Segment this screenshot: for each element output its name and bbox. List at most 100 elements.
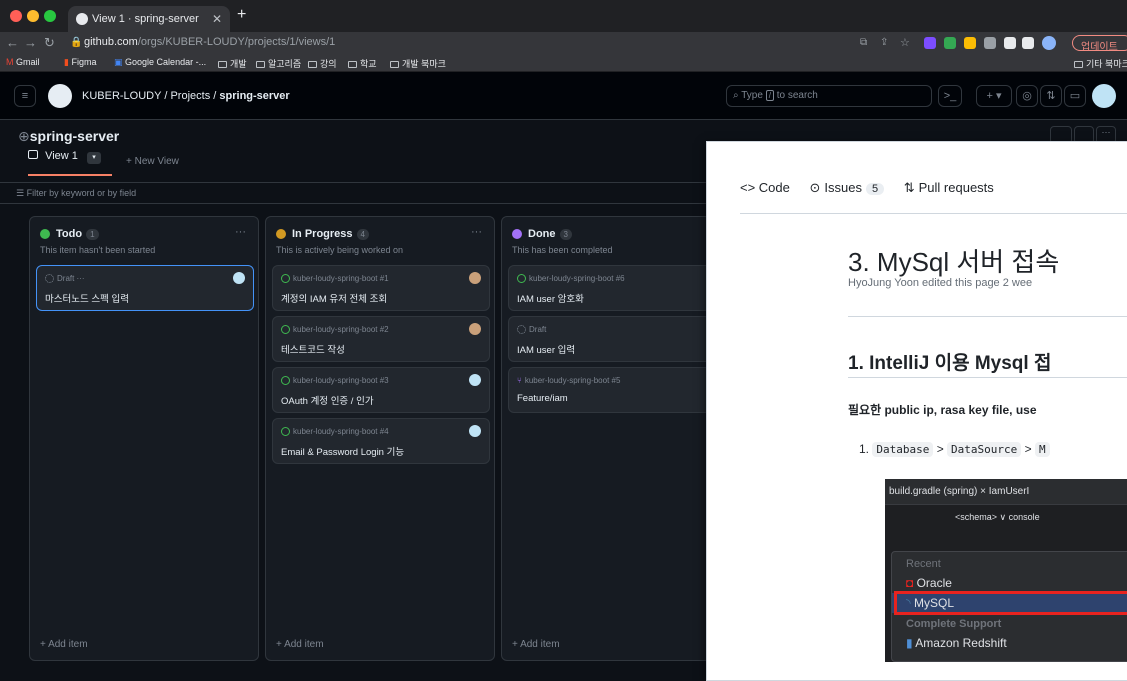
board-card[interactable]: kuber-loudy-spring-boot #4 Email & Passw… — [272, 418, 490, 464]
open-issue-icon — [281, 427, 290, 436]
folder-icon — [218, 61, 227, 68]
tab-issues[interactable]: ⊙ Issues 5 — [810, 180, 885, 195]
add-item-button[interactable]: + Add item — [512, 639, 560, 650]
extension-icon[interactable] — [944, 37, 956, 49]
bookmarks-bar: M Gmail ▮ Figma ▣ Google Calendar -... 개… — [0, 54, 1127, 72]
user-avatar[interactable] — [1092, 84, 1116, 108]
assignee-avatar — [469, 323, 481, 335]
board-card[interactable]: Draft IAM user 입력 — [508, 316, 726, 362]
tab-pull-requests[interactable]: ⇅ Pull requests — [904, 180, 994, 195]
folder-icon — [348, 61, 357, 68]
command-palette-icon[interactable]: >_ — [938, 85, 962, 107]
github-logo-icon[interactable] — [48, 84, 72, 108]
card-title[interactable]: 테스트코드 작성 — [281, 342, 345, 356]
tab-view-1[interactable]: View 1 ▾ — [28, 150, 101, 174]
search-input[interactable]: ⌕ Type / to search — [726, 85, 932, 107]
open-issue-icon — [281, 325, 290, 334]
menu-item-redshift: ▮ Amazon Redshift — [906, 636, 1007, 650]
column-title: In Progress 4 — [292, 228, 369, 240]
column-description: This item hasn't been started — [40, 245, 156, 255]
menu-item-oracle: ◘ Oracle — [906, 576, 952, 590]
back-icon[interactable]: ← — [6, 35, 19, 50]
breadcrumb-project[interactable]: spring-server — [219, 90, 289, 102]
board-card[interactable]: Draft ··· 마스터노드 스펙 입력 — [36, 265, 254, 311]
card-title[interactable]: Email & Password Login 기능 — [281, 444, 404, 458]
forward-icon[interactable]: → — [24, 35, 37, 50]
card-title[interactable]: IAM user 입력 — [517, 342, 575, 356]
extension-icon[interactable] — [984, 37, 996, 49]
menu-section-recent: Recent — [906, 558, 941, 570]
folder-icon — [256, 61, 265, 68]
board-card[interactable]: kuber-loudy-spring-boot #2 테스트코드 작성 — [272, 316, 490, 362]
minimize-window-icon[interactable] — [27, 10, 39, 22]
add-item-button[interactable]: + Add item — [276, 639, 324, 650]
oracle-icon: ◘ — [906, 576, 914, 590]
column-menu-icon[interactable]: ··· — [235, 226, 246, 238]
close-tab-icon[interactable]: ✕ — [212, 12, 222, 26]
column-menu-icon[interactable]: ··· — [471, 226, 482, 238]
draft-icon — [45, 274, 54, 283]
new-tab-button[interactable]: + — [237, 6, 246, 24]
bookmark-folder-dev-bookmarks[interactable]: 개발 북마크 — [390, 57, 446, 70]
folder-icon — [308, 61, 317, 68]
status-dot — [40, 229, 50, 239]
board-card[interactable]: kuber-loudy-spring-boot #3 OAuth 계정 인증 /… — [272, 367, 490, 413]
chevron-down-icon[interactable]: ▾ — [86, 152, 101, 164]
card-title[interactable]: IAM user 암호화 — [517, 291, 584, 305]
close-window-icon[interactable] — [10, 10, 22, 22]
board-card[interactable]: kuber-loudy-spring-boot #1 계정의 IAM 유저 전체… — [272, 265, 490, 311]
bookmark-google-calendar[interactable]: ▣ Google Calendar -... — [114, 57, 206, 68]
card-title[interactable]: Feature/iam — [517, 393, 568, 404]
ide-toolbar: <schema> ∨ console — [955, 512, 1040, 522]
ide-datasource-menu: Recent ◘ Oracle ◝ MySQL Complete Support… — [891, 551, 1127, 662]
bookmark-gmail[interactable]: M Gmail — [6, 57, 40, 67]
card-title[interactable]: 계정의 IAM 유저 전체 조회 — [281, 291, 387, 305]
new-view-button[interactable]: + New View — [126, 156, 179, 167]
bookmark-folder-lecture[interactable]: 강의 — [308, 57, 337, 70]
puzzle-icon[interactable] — [1004, 37, 1016, 49]
wiki-paragraph: 필요한 public ip, rasa key file, use — [848, 403, 1037, 417]
reload-icon[interactable]: ↻ — [44, 35, 55, 51]
ide-tab-bar: build.gradle (spring) × IamUserI — [885, 479, 1127, 505]
bookmark-folder-dev[interactable]: 개발 — [218, 57, 247, 70]
menu-icon[interactable]: ≡ — [14, 85, 36, 107]
wiki-list-item: 1. Database > DataSource > M — [859, 442, 1050, 457]
pull-requests-icon[interactable]: ⇅ — [1040, 85, 1062, 107]
breadcrumb-org[interactable]: KUBER-LOUDY — [82, 90, 161, 102]
extension-icon[interactable] — [924, 37, 936, 49]
browser-tab[interactable]: View 1 · spring-server ✕ — [68, 6, 230, 32]
inbox-icon[interactable]: ▭ — [1064, 85, 1086, 107]
bookmark-star-icon[interactable]: ☆ — [900, 36, 910, 49]
card-title[interactable]: OAuth 계정 인증 / 인가 — [281, 393, 374, 407]
bookmark-folder-algorithm[interactable]: 알고리즘 — [256, 57, 301, 70]
bookmark-figma[interactable]: ▮ Figma — [64, 57, 96, 68]
bookmark-folder-school[interactable]: 학교 — [348, 57, 377, 70]
card-title[interactable]: 마스터노드 스펙 입력 — [45, 291, 129, 305]
issues-icon[interactable]: ◎ — [1016, 85, 1038, 107]
update-button[interactable]: 업데이트 — [1072, 35, 1127, 53]
translate-icon[interactable]: ⧉ — [860, 37, 867, 48]
profile-avatar[interactable] — [1042, 36, 1056, 50]
create-new-icon[interactable]: + ▾ — [976, 85, 1012, 107]
url-host: github.com — [84, 36, 138, 48]
tab-underline — [28, 174, 112, 176]
draft-icon — [517, 325, 526, 334]
sidepanel-icon[interactable] — [1022, 37, 1034, 49]
board-card[interactable]: kuber-loudy-spring-boot #6 IAM user 암호화 — [508, 265, 726, 311]
url-field[interactable]: github.com/orgs/KUBER-LOUDY/projects/1/v… — [84, 36, 335, 48]
assignee-avatar — [469, 425, 481, 437]
bookmark-folder-other[interactable]: 기타 북마크 — [1074, 57, 1127, 70]
breadcrumb-projects[interactable]: Projects — [170, 90, 210, 102]
breadcrumb: KUBER-LOUDY / Projects / spring-server — [82, 90, 290, 102]
url-path: /orgs/KUBER-LOUDY/projects/1/views/1 — [137, 36, 336, 48]
tab-code[interactable]: <> Code — [740, 180, 790, 195]
share-icon[interactable]: ⇪ — [880, 37, 888, 48]
extension-icon[interactable] — [964, 37, 976, 49]
zoom-window-icon[interactable] — [44, 10, 56, 22]
board-card[interactable]: ⑂ kuber-loudy-spring-boot #5 Feature/iam — [508, 367, 726, 413]
column-count-badge: 4 — [356, 229, 369, 240]
board-icon — [28, 150, 38, 159]
add-item-button[interactable]: + Add item — [40, 639, 88, 650]
wiki-page-title: 3. MySql 서버 접속 — [848, 247, 1060, 277]
open-issue-icon — [281, 274, 290, 283]
